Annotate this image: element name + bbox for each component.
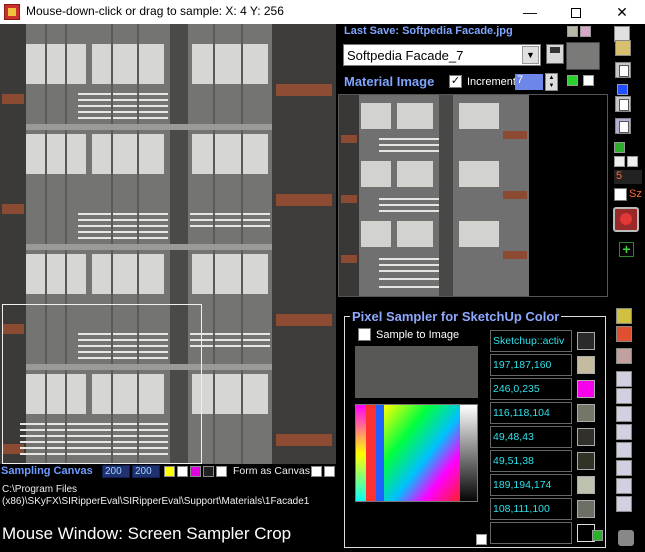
sampler-corner-toggle[interactable]: [476, 534, 487, 545]
sampled-swatch-7[interactable]: [577, 500, 595, 518]
material-slot-icon-8[interactable]: [616, 496, 632, 512]
material-name-value: Softpedia Facade_7: [347, 48, 464, 63]
sampled-swatch-5[interactable]: [577, 452, 595, 470]
material-slot-icon-6[interactable]: [616, 460, 632, 476]
color-swatch-white-2[interactable]: [216, 466, 227, 477]
palette-icon[interactable]: [616, 326, 632, 342]
canvas-width-field[interactable]: 200: [102, 465, 130, 478]
sampling-selection-rect[interactable]: [2, 304, 202, 464]
save-icon[interactable]: [546, 44, 564, 64]
sampled-swatch-0[interactable]: [577, 332, 595, 350]
sampled-swatch-1[interactable]: [577, 356, 595, 374]
green-indicator: [592, 530, 603, 541]
add-icon[interactable]: +: [619, 242, 634, 257]
increment-label: Increment: [467, 76, 516, 88]
sample-to-image-label: Sample to Image: [376, 329, 460, 341]
window-mini-icon-b[interactable]: [580, 26, 591, 37]
green-toggle-icon[interactable]: [614, 142, 625, 153]
tag-icon[interactable]: [616, 348, 632, 364]
color-swatch-yellow[interactable]: [164, 466, 175, 477]
color-picker-image: [356, 405, 477, 501]
maximize-button[interactable]: [553, 0, 599, 24]
material-image: [339, 95, 607, 296]
material-path: C:\Program Files (x86)\SKyFX\SIRipperEva…: [2, 484, 342, 508]
sampled-value-5[interactable]: 49,51,38: [490, 450, 572, 472]
grid-icon-b[interactable]: [627, 156, 638, 167]
increment-white-button[interactable]: [583, 75, 594, 86]
plus-doc-icon[interactable]: [616, 308, 632, 324]
color-swatch-magenta[interactable]: [190, 466, 201, 477]
last-save-label: Last Save: Softpedia Facade.jpg: [344, 25, 513, 37]
size-label: Sz: [629, 188, 642, 200]
title-bar: Mouse-down-click or drag to sample: X: 4…: [0, 0, 645, 24]
window-mini-icon-a[interactable]: [567, 26, 578, 37]
ruby-icon[interactable]: [613, 207, 639, 232]
material-slot-icon-1[interactable]: [616, 371, 632, 387]
sampled-value-1[interactable]: 197,187,160: [490, 354, 572, 376]
path-line-1: C:\Program Files: [2, 484, 78, 495]
sampling-canvas-bar: Sampling Canvas 200 200 Form as Canvas: [0, 464, 342, 480]
size-checkbox[interactable]: [614, 188, 627, 201]
sampled-value-8[interactable]: [490, 522, 572, 544]
increment-green-button[interactable]: [567, 75, 578, 86]
sampled-value-6[interactable]: 189,194,174: [490, 474, 572, 496]
material-slot-icon-7[interactable]: [616, 478, 632, 494]
material-image-view[interactable]: [338, 94, 608, 297]
material-thumbnail[interactable]: [566, 42, 600, 70]
app-icon: [4, 4, 20, 20]
export-icon[interactable]: [615, 118, 631, 134]
increment-stepper[interactable]: ▲ ▼: [545, 73, 558, 91]
material-slot-icon-5[interactable]: [616, 442, 632, 458]
sampled-value-7[interactable]: 108,111,100: [490, 498, 572, 520]
canvas-height-field[interactable]: 200: [132, 465, 160, 478]
pixel-sampler-title: Pixel Sampler for SketchUp Color: [350, 309, 562, 324]
close-button[interactable]: ✕: [599, 0, 645, 24]
form-canvas-toggle-a[interactable]: [311, 466, 322, 477]
material-image-label: Material Image: [344, 74, 435, 89]
path-line-2: (x86)\SKyFX\SIRipperEval\SIRipperEval\Su…: [2, 496, 310, 507]
sampled-swatch-2[interactable]: [577, 380, 595, 398]
blue-swatch-icon[interactable]: [617, 84, 628, 95]
color-swatch-black[interactable]: [203, 466, 214, 477]
counter-field[interactable]: 5: [614, 170, 642, 184]
material-slot-icon-2[interactable]: [616, 388, 632, 404]
chevron-down-icon[interactable]: ▼: [522, 46, 539, 64]
sampled-swatch-4[interactable]: [577, 428, 595, 446]
grid-icon-a[interactable]: [614, 156, 625, 167]
minimize-button[interactable]: —: [507, 0, 553, 24]
settings-icon[interactable]: [618, 530, 634, 546]
form-as-canvas-label: Form as Canvas: [233, 465, 311, 477]
paste-icon[interactable]: [615, 62, 631, 78]
sampler-crop-view[interactable]: [0, 24, 336, 464]
sampled-color-preview: [355, 346, 478, 398]
sampled-swatch-6[interactable]: [577, 476, 595, 494]
sampling-canvas-label: Sampling Canvas: [1, 465, 93, 477]
material-slot-icon-4[interactable]: [616, 424, 632, 440]
sampled-value-3[interactable]: 116,118,104: [490, 402, 572, 424]
window-title: Mouse-down-click or drag to sample: X: 4…: [26, 4, 284, 18]
color-swatch-white[interactable]: [177, 466, 188, 477]
maximize-icon: [571, 8, 581, 19]
material-image-checkbox[interactable]: ✓: [449, 75, 462, 88]
material-slot-icon-3[interactable]: [616, 406, 632, 422]
sampled-value-4[interactable]: 49,48,43: [490, 426, 572, 448]
sample-to-image-checkbox[interactable]: [358, 328, 371, 341]
sampled-value-2[interactable]: 246,0,235: [490, 378, 572, 400]
form-canvas-toggle-b[interactable]: [324, 466, 335, 477]
mouse-window-caption: Mouse Window: Screen Sampler Crop: [2, 524, 292, 543]
increment-field[interactable]: 7: [515, 74, 543, 90]
sampled-swatch-3[interactable]: [577, 404, 595, 422]
material-name-select[interactable]: Softpedia Facade_7 ▼: [343, 44, 541, 66]
clipboard-icon[interactable]: [615, 96, 631, 112]
color-picker-field[interactable]: [355, 404, 478, 502]
sampled-value-0[interactable]: Sketchup::activ: [490, 330, 572, 352]
open-folder-icon[interactable]: [615, 40, 631, 56]
